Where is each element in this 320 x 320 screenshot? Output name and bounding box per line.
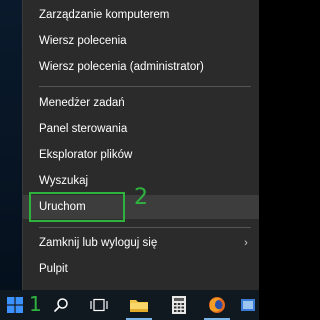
app-icon [240,299,255,311]
menu-item-control-panel[interactable]: Panel sterowania [23,117,259,141]
search-button[interactable] [42,290,80,320]
menu-item-computer-management[interactable]: Zarządzanie komputerem [23,3,259,27]
power-user-context-menu: Zarządzanie komputerem Wiersz polecenia … [22,0,259,290]
taskbar: 1 [0,290,259,320]
taskbar-calculator[interactable] [160,290,198,320]
search-icon [53,298,68,313]
highlight-box-run [29,192,125,222]
menu-item-command-prompt[interactable]: Wiersz polecenia [23,29,259,53]
windows-start-icon [7,297,23,313]
menu-item-command-prompt-admin[interactable]: Wiersz polecenia (administrator) [23,55,259,79]
file-explorer-icon [130,300,148,312]
taskbar-firefox[interactable] [198,290,236,320]
start-button[interactable] [0,290,30,320]
calculator-icon [172,296,186,314]
menu-separator [39,86,251,87]
screen: Zarządzanie komputerem Wiersz polecenia … [0,0,259,320]
firefox-icon [209,297,225,313]
chevron-right-icon: › [244,237,248,249]
menu-item-file-explorer[interactable]: Eksplorator plików [23,143,259,167]
annotation-step-2: 2 [134,185,148,210]
taskbar-file-explorer[interactable] [120,290,158,320]
desktop-background [0,0,22,290]
menu-item-shutdown-signout[interactable]: Zamknij lub wyloguj się › [23,231,259,255]
menu-item-desktop[interactable]: Pulpit [23,257,259,281]
taskbar-app-partial[interactable] [236,290,259,320]
annotation-step-1: 1 [29,292,42,316]
menu-separator [39,227,251,228]
menu-item-label: Zamknij lub wyloguj się [39,237,158,249]
task-view-icon [90,298,108,312]
task-view-button[interactable] [80,290,118,320]
menu-item-task-manager[interactable]: Menedżer zadań [23,91,259,115]
